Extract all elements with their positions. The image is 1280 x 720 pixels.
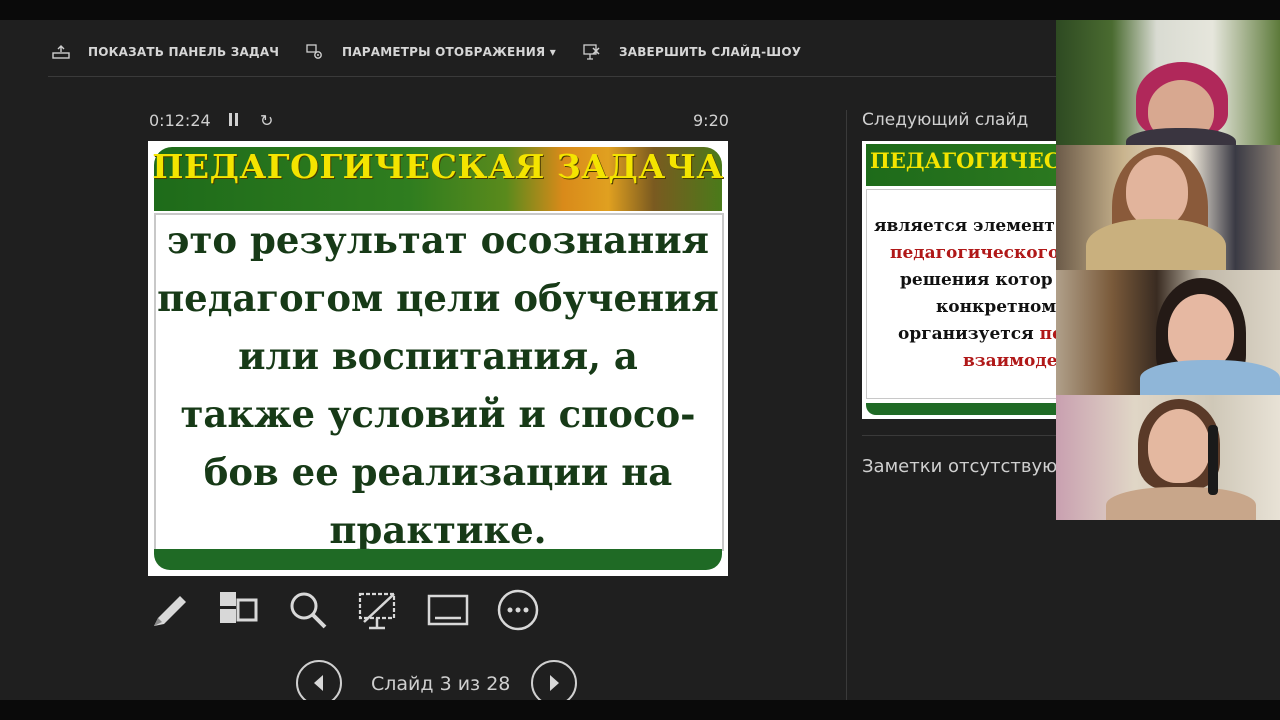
presenter-view: ПОКАЗАТЬ ПАНЕЛЬ ЗАДАЧ ПАРАМЕТРЫ ОТОБРАЖЕ…	[0, 20, 1280, 700]
end-slideshow-label: ЗАВЕРШИТЬ СЛАЙД-ШОУ	[619, 45, 802, 59]
slide-body-line: также условий и спосо-	[180, 392, 696, 436]
participant-body	[1086, 219, 1226, 270]
display-settings-icon	[306, 44, 324, 60]
bottom-letterbox	[0, 700, 1280, 720]
slide-title: ПЕДАГОГИЧЕСКАЯ ЗАДАЧА	[152, 147, 724, 186]
slide-body-line: это результат осознания	[166, 218, 710, 262]
slide-body-line: или воспитания, а	[238, 334, 638, 378]
video-tile-participant-4	[1056, 395, 1280, 520]
presenter-toolbar: ПОКАЗАТЬ ПАНЕЛЬ ЗАДАЧ ПАРАМЕТРЫ ОТОБРАЖЕ…	[48, 20, 1058, 77]
previous-slide-button[interactable]	[296, 660, 342, 700]
chevron-left-icon	[314, 675, 323, 691]
next-slide-button[interactable]	[531, 660, 577, 700]
headset-icon	[1208, 425, 1218, 495]
video-tile-participant-1	[1056, 20, 1280, 145]
participant-body	[1140, 360, 1280, 395]
more-icon[interactable]	[496, 588, 540, 632]
video-tile-participant-3	[1056, 270, 1280, 395]
black-screen-icon[interactable]	[356, 588, 400, 632]
slide-body-line: педагогом цели обучения	[157, 276, 719, 320]
end-slideshow-icon	[583, 44, 601, 60]
participant-face	[1168, 294, 1234, 370]
next-slide-title: ПЕДАГОГИЧЕС	[870, 148, 1061, 173]
next-slide-line: является элемент	[874, 216, 1055, 236]
next-slide-line: конкретном	[936, 297, 1057, 317]
restart-timer-icon[interactable]: ↻	[260, 111, 273, 130]
pen-icon[interactable]	[148, 588, 192, 632]
current-slide[interactable]: ПЕДАГОГИЧЕСКАЯ ЗАДАЧА это результат осоз…	[148, 141, 728, 576]
notes-separator	[862, 435, 1062, 436]
next-slide-line: организуется пе	[898, 324, 1062, 344]
pause-timer-icon[interactable]	[228, 113, 240, 126]
current-time: 9:20	[693, 111, 729, 130]
end-slideshow-button[interactable]: ЗАВЕРШИТЬ СЛАЙД-ШОУ	[583, 40, 801, 64]
participant-face	[1148, 409, 1210, 483]
subtitles-icon[interactable]	[426, 588, 470, 632]
next-slide-line: решения котор	[900, 270, 1053, 290]
slide-counter: Слайд 3 из 28	[371, 673, 511, 695]
chevron-right-icon	[550, 675, 559, 691]
show-taskbar-button[interactable]: ПОКАЗАТЬ ПАНЕЛЬ ЗАДАЧ	[52, 40, 279, 64]
elapsed-timer: 0:12:24	[149, 111, 211, 130]
taskbar-icon	[52, 44, 70, 60]
zoom-icon[interactable]	[286, 588, 330, 632]
next-slide-line: взаимоде	[963, 351, 1058, 371]
slide-body: это результат осознания педагогом цели о…	[154, 211, 722, 559]
video-tile-participant-2	[1056, 145, 1280, 270]
panel-divider	[846, 110, 847, 700]
next-slide-preview[interactable]: ПЕДАГОГИЧЕС является элемент педагогичес…	[862, 141, 1062, 419]
participant-body	[1106, 487, 1256, 520]
next-slide-text: организуется	[898, 324, 1040, 344]
top-letterbox	[0, 0, 1280, 20]
next-slide-line: педагогического	[890, 243, 1060, 263]
slide-body-line: бов ее реализации на	[203, 450, 673, 494]
next-slide-footer	[866, 403, 1062, 415]
slides-grid-icon[interactable]	[216, 588, 260, 632]
display-settings-button[interactable]: ПАРАМЕТРЫ ОТОБРАЖЕНИЯ ▾	[306, 40, 556, 64]
participant-body	[1126, 128, 1236, 145]
slide-footer-bar	[154, 549, 722, 570]
show-taskbar-label: ПОКАЗАТЬ ПАНЕЛЬ ЗАДАЧ	[88, 45, 280, 59]
speaker-notes: Заметки отсутствую	[862, 456, 1058, 477]
display-settings-label: ПАРАМЕТРЫ ОТОБРАЖЕНИЯ ▾	[342, 45, 556, 59]
next-slide-label: Следующий слайд	[862, 110, 1029, 130]
participant-face	[1126, 155, 1188, 227]
